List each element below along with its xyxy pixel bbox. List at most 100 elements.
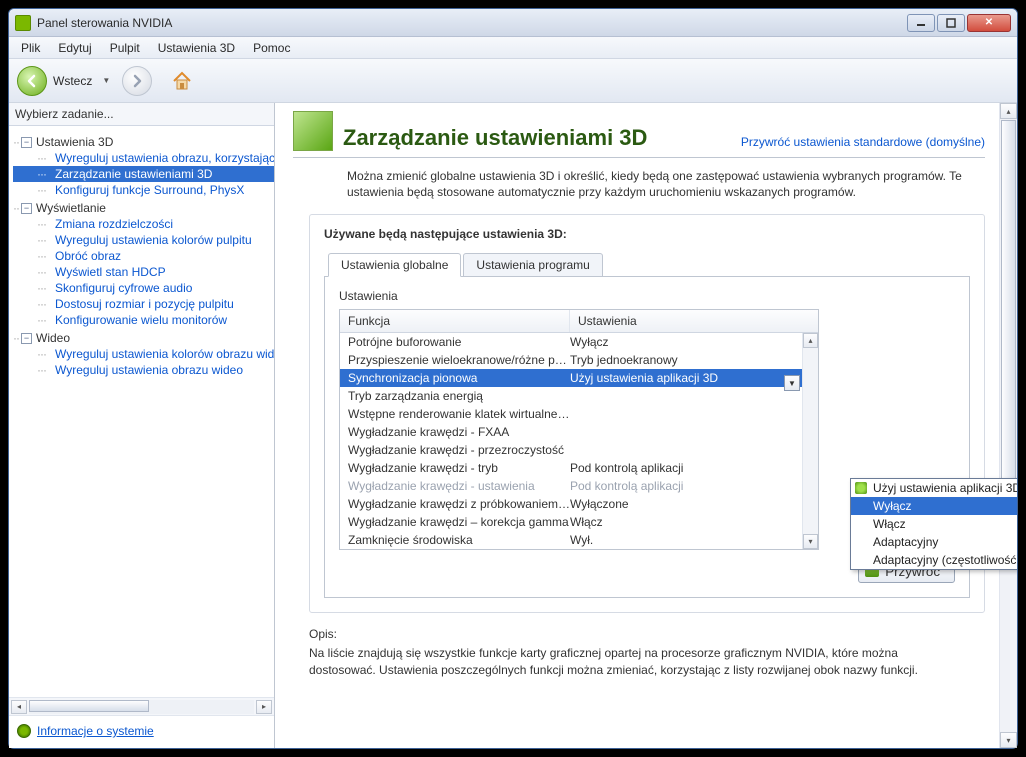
- collapse-icon[interactable]: −: [21, 333, 32, 344]
- tree-item[interactable]: Wyreguluj ustawienia obrazu, korzystając…: [13, 150, 274, 166]
- dropdown-arrow-icon[interactable]: ▼: [784, 375, 800, 391]
- panel-heading: Używane będą następujące ustawienia 3D:: [324, 227, 970, 241]
- tree-item[interactable]: Wyświetl stan HDCP: [13, 264, 274, 280]
- grid-scrollbar-vertical[interactable]: ▴ ▾: [802, 333, 818, 549]
- setting-function: Wygładzanie krawędzi - przezroczystość: [348, 443, 570, 457]
- scroll-track[interactable]: [29, 700, 254, 714]
- home-button[interactable]: [168, 67, 196, 95]
- maximize-button[interactable]: [937, 14, 965, 32]
- settings-row[interactable]: Przyspieszenie wieloekranowe/różne proc.…: [340, 351, 818, 369]
- description-label: Opis:: [309, 627, 985, 641]
- settings-row[interactable]: Potrójne buforowanieWyłącz: [340, 333, 818, 351]
- tree-item[interactable]: Wyreguluj ustawienia kolorów pulpitu: [13, 232, 274, 248]
- tree-item[interactable]: Konfigurowanie wielu monitorów: [13, 312, 274, 328]
- dropdown-option[interactable]: Użyj ustawienia aplikacji 3D: [851, 479, 1017, 497]
- scroll-up-button[interactable]: ▴: [803, 333, 818, 348]
- menu-help[interactable]: Pomoc: [245, 39, 298, 57]
- tree-item[interactable]: Dostosuj rozmiar i pozycję pulpitu: [13, 296, 274, 312]
- close-button[interactable]: ✕: [967, 14, 1011, 32]
- settings-row[interactable]: Wygładzanie krawędzi - FXAA: [340, 423, 818, 441]
- collapse-icon[interactable]: −: [21, 137, 32, 148]
- setting-value[interactable]: Pod kontrolą aplikacji: [570, 479, 810, 493]
- menu-file[interactable]: Plik: [13, 39, 48, 57]
- sidebar-scrollbar-horizontal[interactable]: ◂ ▸: [9, 697, 274, 715]
- tab-program[interactable]: Ustawienia programu: [463, 253, 602, 277]
- page-icon: [293, 111, 333, 151]
- scroll-down-button[interactable]: ▾: [803, 534, 818, 549]
- settings-row[interactable]: Wstępne renderowanie klatek wirtualnej r…: [340, 405, 818, 423]
- setting-value[interactable]: [570, 407, 810, 421]
- tab-global[interactable]: Ustawienia globalne: [328, 253, 461, 277]
- tree-item[interactable]: Wyreguluj ustawienia kolorów obrazu wide…: [13, 346, 274, 362]
- task-tree[interactable]: ··− Ustawienia 3D Wyreguluj ustawienia o…: [9, 126, 274, 697]
- window-title: Panel sterowania NVIDIA: [37, 16, 907, 30]
- forward-button[interactable]: [122, 66, 152, 96]
- menu-desktop[interactable]: Pulpit: [102, 39, 148, 57]
- tree-item[interactable]: Obróć obraz: [13, 248, 274, 264]
- dropdown-option[interactable]: Wyłącz: [851, 497, 1017, 515]
- setting-function: Wygładzanie krawędzi z próbkowaniem wi..…: [348, 497, 570, 511]
- setting-value[interactable]: Włącz: [570, 515, 810, 529]
- scroll-thumb[interactable]: [1001, 120, 1016, 540]
- minimize-button[interactable]: [907, 14, 935, 32]
- content-scrollbar-vertical[interactable]: ▴ ▾: [999, 103, 1017, 748]
- settings-row[interactable]: Tryb zarządzania energią: [340, 387, 818, 405]
- tree-item[interactable]: Zmiana rozdzielczości: [13, 216, 274, 232]
- sidebar-header: Wybierz zadanie...: [9, 103, 274, 126]
- settings-row[interactable]: Wygładzanie krawędzi - przezroczystość: [340, 441, 818, 459]
- settings-row[interactable]: Wygładzanie krawędzi – korekcja gammaWłą…: [340, 513, 818, 531]
- menu-settings3d[interactable]: Ustawienia 3D: [150, 39, 243, 57]
- scroll-right-button[interactable]: ▸: [256, 700, 272, 714]
- scroll-down-button[interactable]: ▾: [1000, 732, 1017, 748]
- page-title: Zarządzanie ustawieniami 3D: [343, 125, 731, 155]
- back-button[interactable]: [17, 66, 47, 96]
- content-area: Zarządzanie ustawieniami 3D Przywróć ust…: [275, 103, 1017, 748]
- tree-group-3d[interactable]: ··− Ustawienia 3D: [13, 134, 274, 150]
- setting-value[interactable]: [570, 425, 810, 439]
- dropdown-option[interactable]: Adaptacyjny (częstotliwość odświeżania o…: [851, 551, 1017, 569]
- setting-function: Tryb zarządzania energią: [348, 389, 570, 403]
- settings-row[interactable]: Synchronizacja pionowaUżyj ustawienia ap…: [340, 369, 818, 387]
- tree-item[interactable]: Konfiguruj funkcje Surround, PhysX: [13, 182, 274, 198]
- collapse-icon[interactable]: −: [21, 203, 32, 214]
- setting-function: Wygładzanie krawędzi - tryb: [348, 461, 570, 475]
- setting-function: Wygładzanie krawędzi – korekcja gamma: [348, 515, 570, 529]
- settings-row[interactable]: Wygładzanie krawędzi - ustawieniaPod kon…: [340, 477, 818, 495]
- setting-value[interactable]: Użyj ustawienia aplikacji 3D: [570, 371, 810, 385]
- task-sidebar: Wybierz zadanie... ··− Ustawienia 3D Wyr…: [9, 103, 275, 748]
- setting-value[interactable]: Wyłącz: [570, 335, 810, 349]
- scroll-thumb[interactable]: [29, 700, 149, 712]
- toolbar: Wstecz ▼: [9, 59, 1017, 103]
- settings-row[interactable]: Wygładzanie krawędzi - trybPod kontrolą …: [340, 459, 818, 477]
- dropdown-option[interactable]: Włącz: [851, 515, 1017, 533]
- column-header-function[interactable]: Funkcja: [340, 310, 570, 332]
- system-info-link[interactable]: Informacje o systemie: [37, 724, 154, 738]
- tree-group-video[interactable]: ··− Wideo: [13, 330, 274, 346]
- setting-value[interactable]: Wyłączone: [570, 497, 810, 511]
- titlebar[interactable]: Panel sterowania NVIDIA ✕: [9, 9, 1017, 37]
- dropdown-option[interactable]: Adaptacyjny: [851, 533, 1017, 551]
- back-label: Wstecz: [53, 74, 92, 88]
- tree-item[interactable]: Wyreguluj ustawienia obrazu wideo: [13, 362, 274, 378]
- tree-group-display[interactable]: ··− Wyświetlanie: [13, 200, 274, 216]
- menu-edit[interactable]: Edytuj: [50, 39, 99, 57]
- setting-value[interactable]: [570, 389, 810, 403]
- setting-value[interactable]: Tryb jednoekranowy: [570, 353, 810, 367]
- tree-item[interactable]: Skonfiguruj cyfrowe audio: [13, 280, 274, 296]
- tree-item-manage-3d[interactable]: Zarządzanie ustawieniami 3D: [13, 166, 274, 182]
- settings-row[interactable]: Zamknięcie środowiskaWył.: [340, 531, 818, 549]
- back-history-dropdown[interactable]: ▼: [102, 76, 110, 85]
- vsync-dropdown-popup: Użyj ustawienia aplikacji 3DWyłączWłączA…: [850, 478, 1017, 570]
- setting-value[interactable]: [570, 443, 810, 457]
- settings-grid: Funkcja Ustawienia Potrójne buforowanieW…: [339, 309, 819, 550]
- nvidia-icon: [15, 15, 31, 31]
- restore-defaults-link[interactable]: Przywróć ustawienia standardowe (domyśln…: [741, 135, 985, 155]
- scroll-up-button[interactable]: ▴: [1000, 103, 1017, 119]
- setting-value[interactable]: Wył.: [570, 533, 810, 547]
- scroll-left-button[interactable]: ◂: [11, 700, 27, 714]
- settings-row[interactable]: Wygładzanie krawędzi z próbkowaniem wi..…: [340, 495, 818, 513]
- column-header-value[interactable]: Ustawienia: [570, 310, 818, 332]
- setting-value[interactable]: Pod kontrolą aplikacji: [570, 461, 810, 475]
- nvidia-control-panel-window: Panel sterowania NVIDIA ✕ Plik Edytuj Pu…: [8, 8, 1018, 749]
- page-description: Można zmienić globalne ustawienia 3D i o…: [347, 168, 979, 200]
